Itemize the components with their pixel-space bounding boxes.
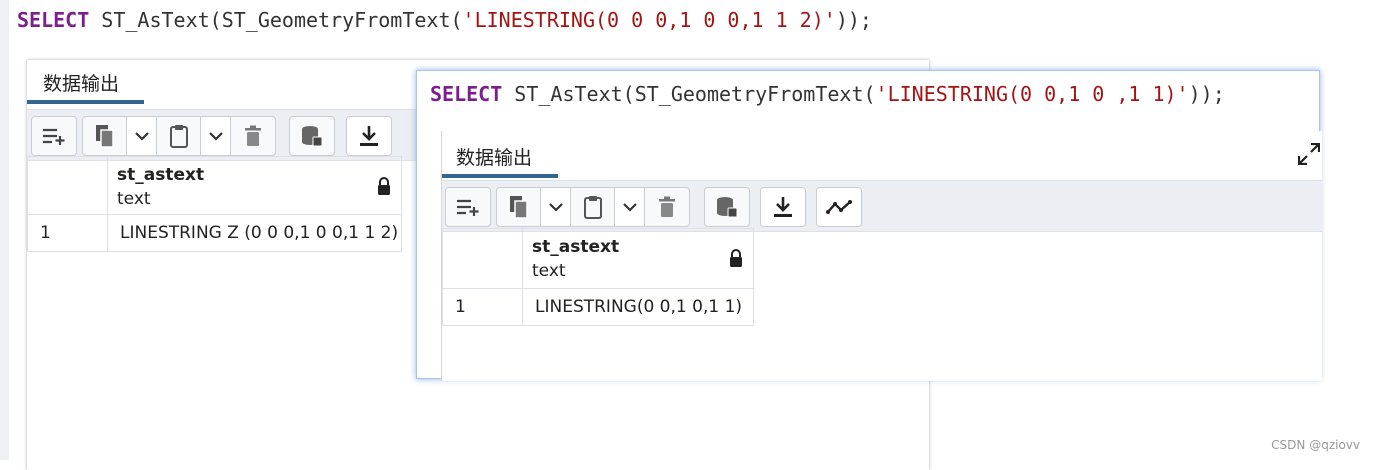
save-data-group (704, 187, 750, 227)
paste-icon (583, 196, 602, 219)
delete-icon (659, 196, 675, 217)
download-icon (774, 197, 792, 217)
save-data-icon (717, 197, 738, 218)
paste-dropdown-button[interactable] (615, 188, 645, 226)
paste-button[interactable] (157, 117, 201, 155)
save-data-button[interactable] (290, 117, 334, 155)
column-name: st_astext (532, 237, 620, 257)
download-group (760, 187, 806, 227)
copy-icon (95, 125, 114, 148)
download-button[interactable] (347, 117, 391, 155)
cell-value[interactable]: LINESTRING(0 0,1 0,1 1) (522, 288, 754, 326)
table-row[interactable]: 1 LINESTRING(0 0,1 0,1 1) (442, 288, 754, 326)
copy-paste-group (496, 187, 690, 227)
graph-visualiser-button[interactable] (817, 188, 861, 226)
copy-dropdown-button[interactable] (541, 188, 571, 226)
sql-function: ST_AsText(ST_GeometryFromText( (502, 82, 876, 106)
result-grid: st_astext text 1 LINESTRING(0 0,1 0,1 1) (442, 228, 754, 326)
copy-paste-group (82, 116, 276, 156)
graph-icon (826, 200, 852, 214)
watermark: CSDN @qziovv (1271, 438, 1360, 452)
result-grid: st_astext text 1 LINESTRING Z (0 0 0,1 0… (27, 156, 402, 252)
sql-string: 'LINESTRING(0 0,1 0 ,1 1)' (875, 82, 1189, 106)
add-row-icon (43, 128, 65, 145)
download-group (346, 116, 392, 156)
graph-group (816, 187, 862, 227)
row-number: 1 (442, 288, 523, 326)
sql-query-back[interactable]: SELECT ST_AsText(ST_GeometryFromText('LI… (17, 8, 872, 32)
column-type: text (532, 261, 566, 281)
table-row[interactable]: 1 LINESTRING Z (0 0 0,1 0 0,1 1 2) (27, 214, 402, 252)
download-button[interactable] (761, 188, 805, 226)
row-number-header (27, 156, 108, 215)
column-header-st-astext[interactable]: st_astext text (107, 156, 402, 215)
paste-button[interactable] (571, 188, 615, 226)
download-icon (360, 126, 378, 146)
copy-dropdown-button[interactable] (127, 117, 157, 155)
sql-end: )); (1188, 82, 1225, 106)
tab-underline (27, 100, 144, 104)
delete-icon (245, 125, 261, 146)
save-data-group (289, 116, 335, 156)
copy-button[interactable] (497, 188, 541, 226)
delete-button[interactable] (645, 188, 689, 226)
add-row-button[interactable] (32, 117, 76, 155)
save-data-button[interactable] (705, 188, 749, 226)
tab-underline (442, 174, 558, 178)
grid-header-row: st_astext text (442, 228, 754, 289)
cell-value[interactable]: LINESTRING Z (0 0 0,1 0 0,1 1 2) (107, 214, 402, 252)
paste-icon (169, 125, 188, 148)
expand-icon[interactable] (1298, 143, 1320, 165)
delete-button[interactable] (231, 117, 275, 155)
chevron-down-icon (208, 132, 223, 141)
column-type: text (117, 189, 151, 209)
sql-end: )); (835, 8, 872, 32)
column-header-st-astext[interactable]: st_astext text (522, 228, 754, 289)
sql-query-front[interactable]: SELECT ST_AsText(ST_GeometryFromText('LI… (430, 82, 1225, 106)
add-row-button[interactable] (446, 188, 490, 226)
sql-function: ST_AsText(ST_GeometryFromText( (89, 8, 463, 32)
editor-gutter (0, 0, 9, 460)
grid-header-row: st_astext text (27, 156, 402, 215)
paste-dropdown-button[interactable] (201, 117, 231, 155)
copy-icon (509, 196, 528, 219)
lock-icon (730, 249, 742, 267)
chevron-down-icon (134, 132, 149, 141)
output-toolbar (442, 180, 1322, 232)
copy-button[interactable] (83, 117, 127, 155)
sql-keyword: SELECT (430, 82, 503, 106)
row-number-header (442, 228, 523, 289)
lock-icon (378, 177, 390, 195)
column-name: st_astext (117, 165, 205, 185)
sql-string: 'LINESTRING(0 0 0,1 0 0,1 1 2)' (462, 8, 836, 32)
chevron-down-icon (548, 203, 563, 212)
sql-keyword: SELECT (17, 8, 90, 32)
data-output-panel-front: 数据输出 st_astext text 1 LINESTRING(0 0,1 0… (441, 131, 1322, 381)
row-number: 1 (27, 214, 108, 252)
tab-data-output[interactable]: 数据输出 (456, 143, 532, 170)
chevron-down-icon (622, 203, 637, 212)
tab-data-output[interactable]: 数据输出 (43, 69, 119, 96)
add-row-icon (457, 199, 479, 216)
add-row-group (31, 116, 77, 156)
add-row-group (445, 187, 491, 227)
save-data-icon (302, 126, 323, 147)
